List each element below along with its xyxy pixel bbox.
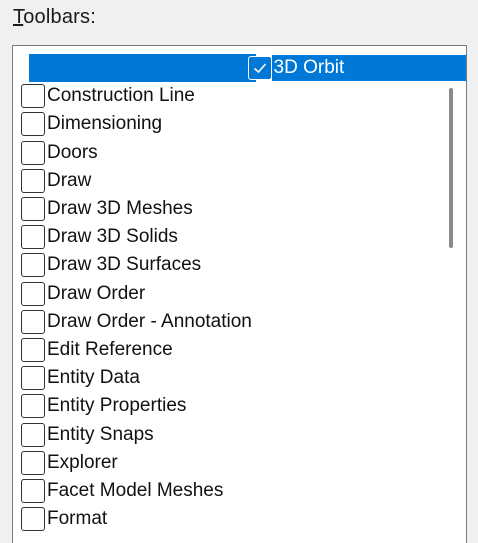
toolbar-item-label: Facet Model Meshes	[47, 479, 224, 501]
toolbar-list-item[interactable]: Draw Order	[13, 280, 466, 308]
toolbar-item-label: Format	[47, 508, 108, 530]
toolbar-checkbox[interactable]	[21, 507, 45, 532]
toolbar-checkbox[interactable]	[21, 450, 45, 475]
toolbar-item-label: 3D Orbit	[271, 55, 466, 82]
toolbar-item-label: Draw Order - Annotation	[47, 310, 252, 332]
toolbar-item-label: Draw 3D Surfaces	[47, 254, 202, 276]
toolbars-panel: Toolbars: 3D Orbit Construction Line Dimen…	[0, 0, 478, 543]
toolbar-checkbox[interactable]	[21, 168, 45, 193]
toolbar-checkbox[interactable]	[21, 84, 45, 109]
toolbar-list-item[interactable]: Entity Snaps	[13, 420, 466, 448]
toolbar-item-label: Entity Properties	[47, 395, 187, 417]
toolbars-heading-accelerator: T	[13, 6, 24, 28]
toolbars-list-items: 3D Orbit Construction Line Dimensioning Doo…	[13, 54, 466, 533]
toolbar-checkbox[interactable]	[21, 140, 45, 165]
toolbars-heading-text: oolbars:	[23, 6, 96, 28]
toolbar-checkbox[interactable]	[21, 394, 45, 419]
toolbar-checkbox[interactable]	[21, 253, 45, 278]
toolbar-list-item[interactable]: Draw 3D Solids	[13, 223, 466, 251]
toolbar-list-item[interactable]: 3D Orbit	[13, 54, 466, 83]
vertical-scrollbar[interactable]	[436, 46, 466, 543]
toolbar-list-item[interactable]: Entity Data	[13, 364, 466, 392]
toolbar-item-label: Explorer	[47, 451, 118, 473]
toolbar-checkbox[interactable]	[21, 422, 45, 447]
toolbar-list-item[interactable]: Entity Properties	[13, 392, 466, 420]
toolbar-checkbox[interactable]	[21, 281, 45, 306]
toolbar-item-label: Entity Data	[47, 367, 140, 389]
toolbar-list-item[interactable]: Facet Model Meshes	[13, 477, 466, 505]
toolbar-list-item[interactable]: Format	[13, 505, 466, 533]
toolbar-item-label: Draw 3D Meshes	[47, 198, 193, 220]
toolbar-item-label: Draw	[47, 169, 92, 191]
toolbar-list-item[interactable]: Doors	[13, 139, 466, 167]
toolbars-list[interactable]: 3D Orbit Construction Line Dimensioning Doo…	[12, 45, 467, 543]
toolbar-item-label: Draw Order	[47, 282, 146, 304]
toolbar-list-item[interactable]: Edit Reference	[13, 336, 466, 364]
toolbar-checkbox[interactable]	[21, 478, 45, 503]
selection-highlight	[29, 54, 256, 83]
toolbar-item-label: Edit Reference	[47, 338, 173, 360]
toolbar-checkbox[interactable]	[21, 197, 45, 222]
toolbar-checkbox[interactable]	[21, 309, 45, 334]
toolbar-item-label: Doors	[47, 141, 98, 163]
toolbar-checkbox[interactable]	[21, 225, 45, 250]
toolbar-list-item[interactable]: Draw 3D Surfaces	[13, 251, 466, 279]
toolbar-item-label: Draw 3D Solids	[47, 226, 178, 248]
toolbar-item-label: Construction Line	[47, 85, 195, 107]
toolbar-list-item[interactable]: Draw Order - Annotation	[13, 308, 466, 336]
toolbar-list-item[interactable]: Dimensioning	[13, 110, 466, 138]
toolbar-checkbox[interactable]	[21, 337, 45, 362]
toolbar-item-label: Dimensioning	[47, 113, 163, 135]
toolbar-list-item[interactable]: Explorer	[13, 449, 466, 477]
checkmark-icon	[253, 63, 266, 74]
toolbar-checkbox[interactable]	[247, 56, 272, 81]
toolbar-checkbox[interactable]	[21, 112, 45, 137]
toolbar-list-item[interactable]: Draw	[13, 167, 466, 195]
toolbar-list-item[interactable]: Construction Line	[13, 82, 466, 110]
toolbar-list-item[interactable]: Draw 3D Meshes	[13, 195, 466, 223]
scrollbar-thumb[interactable]	[449, 88, 453, 248]
toolbars-heading: Toolbars:	[13, 6, 96, 29]
toolbar-checkbox[interactable]	[21, 366, 45, 391]
toolbar-item-label: Entity Snaps	[47, 423, 154, 445]
